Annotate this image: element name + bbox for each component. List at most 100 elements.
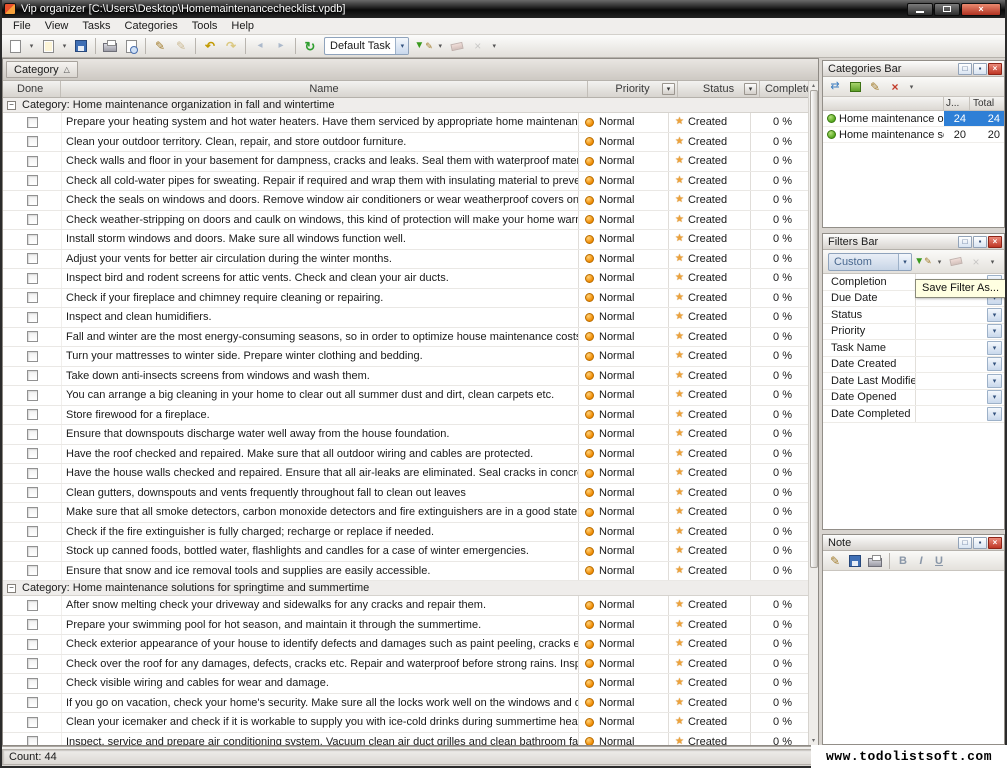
task-row[interactable]: Check visible wiring and cables for wear… [3,674,808,694]
new-category-button[interactable] [846,79,864,95]
menu-item-categories[interactable]: Categories [118,19,185,33]
category-total-column[interactable]: Total [970,97,1004,110]
status-filter-dropdown[interactable]: ▾ [744,83,757,95]
task-checkbox[interactable] [27,234,38,245]
panel-restore-icon[interactable]: □ [958,236,972,248]
forward-button[interactable]: ▸ [271,37,291,56]
task-checkbox[interactable] [27,678,38,689]
edit-note-button[interactable]: ✎ [826,553,844,569]
task-checkbox[interactable] [27,526,38,537]
panel-pin-icon[interactable]: ▪ [973,63,987,75]
back-button[interactable]: ◂ [250,37,270,56]
task-row[interactable]: Ensure that downspouts discharge water w… [3,425,808,445]
undo-button[interactable]: ↶ [200,37,220,56]
task-checkbox[interactable] [27,717,38,728]
print-button[interactable] [100,37,120,56]
task-row[interactable]: Inspect, service and prepare air conditi… [3,733,808,746]
category-row[interactable]: Home maintenance orga2424 [823,111,1004,127]
task-row[interactable]: After snow melting check your driveway a… [3,596,808,616]
menu-item-file[interactable]: File [6,19,38,33]
close-button[interactable]: × [961,3,1001,16]
task-checkbox[interactable] [27,546,38,557]
task-checkbox[interactable] [27,351,38,362]
task-checkbox[interactable] [27,370,38,381]
task-checkbox[interactable] [27,448,38,459]
filter-dropdown-button[interactable]: ▾ [987,357,1002,371]
task-checkbox[interactable] [27,273,38,284]
task-row[interactable]: Check walls and floor in your basement f… [3,152,808,172]
clear-filter-button[interactable] [447,37,467,56]
format-u-button[interactable]: U [931,553,947,568]
task-checkbox[interactable] [27,175,38,186]
task-row[interactable]: Install storm windows and doors. Make su… [3,230,808,250]
task-row[interactable]: Check if your fireplace and chimney requ… [3,289,808,309]
task-row[interactable]: Store firewood for a fireplace.Normal★Cr… [3,406,808,426]
task-checkbox[interactable] [27,331,38,342]
task-row[interactable]: Have the roof checked and repaired. Make… [3,445,808,465]
task-row[interactable]: Take down anti-insects screens from wind… [3,367,808,387]
edit-category-button[interactable]: ✎ [866,79,884,95]
redo-button[interactable]: ↷ [221,37,241,56]
task-row[interactable]: You can arrange a big cleaning in your h… [3,386,808,406]
task-checkbox[interactable] [27,136,38,147]
format-b-button[interactable]: B [895,553,911,568]
filter-dropdown-button[interactable]: ▾ [987,341,1002,355]
delete-category-button[interactable]: × [886,79,904,95]
task-checkbox[interactable] [27,409,38,420]
scroll-down-icon[interactable]: ▾ [812,736,815,745]
task-checkbox[interactable] [27,253,38,264]
category-row[interactable]: Home maintenance solut2020 [823,127,1004,143]
filter-dropdown-button[interactable]: ▾ [987,390,1002,404]
task-row[interactable]: Turn your mattresses to winter side. Pre… [3,347,808,367]
categories-toolbar-dropdown[interactable]: ▾ [906,77,917,96]
filter-dropdown-button[interactable]: ▾ [987,374,1002,388]
filters-toolbar-dropdown[interactable]: ▾ [987,252,998,271]
panel-pin-icon[interactable]: ▪ [973,236,987,248]
task-row[interactable]: Prepare your swimming pool for hot seaso… [3,616,808,636]
task-row[interactable]: Have the house walls checked and repaire… [3,464,808,484]
task-checkbox[interactable] [27,697,38,708]
note-content[interactable] [823,572,1004,744]
filter-dropdown-button[interactable]: ▾ [987,324,1002,338]
remove-filter-button[interactable]: × [468,37,488,56]
task-checkbox[interactable] [27,214,38,225]
delete-filter-button[interactable]: × [967,254,985,270]
task-row[interactable]: Check if the fire extinguisher is fully … [3,523,808,543]
task-type-dropdown-icon[interactable]: ▾ [395,38,408,54]
task-checkbox[interactable] [27,600,38,611]
format-i-button[interactable]: I [913,553,929,568]
task-row[interactable]: Inspect and clean humidifiers.Normal★Cre… [3,308,808,328]
filter-preset-combo[interactable]: Custom ▾ [828,253,912,271]
task-row[interactable]: Check weather-stripping on doors and cau… [3,211,808,231]
panel-close-icon[interactable]: × [988,63,1002,75]
panel-close-icon[interactable]: × [988,236,1002,248]
collapse-icon[interactable]: − [7,101,16,110]
vertical-scrollbar[interactable]: ▴ ▾ [808,81,818,745]
task-checkbox[interactable] [27,390,38,401]
task-checkbox[interactable] [27,658,38,669]
menu-item-tasks[interactable]: Tasks [75,19,117,33]
panel-restore-icon[interactable]: □ [958,537,972,549]
scrollbar-thumb[interactable] [810,90,818,568]
task-row[interactable]: Clean your icemaker and check if it is w… [3,713,808,733]
task-checkbox[interactable] [27,292,38,303]
print-preview-button[interactable] [121,37,141,56]
task-row[interactable]: Clean gutters, downspouts and vents freq… [3,484,808,504]
panel-restore-icon[interactable]: □ [958,63,972,75]
filter-dropdown[interactable]: ▾ [435,37,446,56]
column-header-name[interactable]: Name [61,81,588,97]
task-checkbox[interactable] [27,117,38,128]
menu-item-help[interactable]: Help [224,19,261,33]
save-filter-dropdown[interactable]: ▾ [934,252,945,271]
task-checkbox[interactable] [27,487,38,498]
category-group-row[interactable]: −Category: Home maintenance solutions fo… [3,581,808,596]
task-row[interactable]: Inspect bird and rodent screens for atti… [3,269,808,289]
panel-pin-icon[interactable]: ▪ [973,537,987,549]
minimize-button[interactable] [907,3,933,16]
save-note-button[interactable] [846,553,864,569]
filter-dropdown-button[interactable]: ▾ [987,308,1002,322]
task-checkbox[interactable] [27,565,38,576]
menu-item-view[interactable]: View [38,19,76,33]
task-checkbox[interactable] [27,195,38,206]
group-by-category-button[interactable]: Category △ [6,61,78,78]
